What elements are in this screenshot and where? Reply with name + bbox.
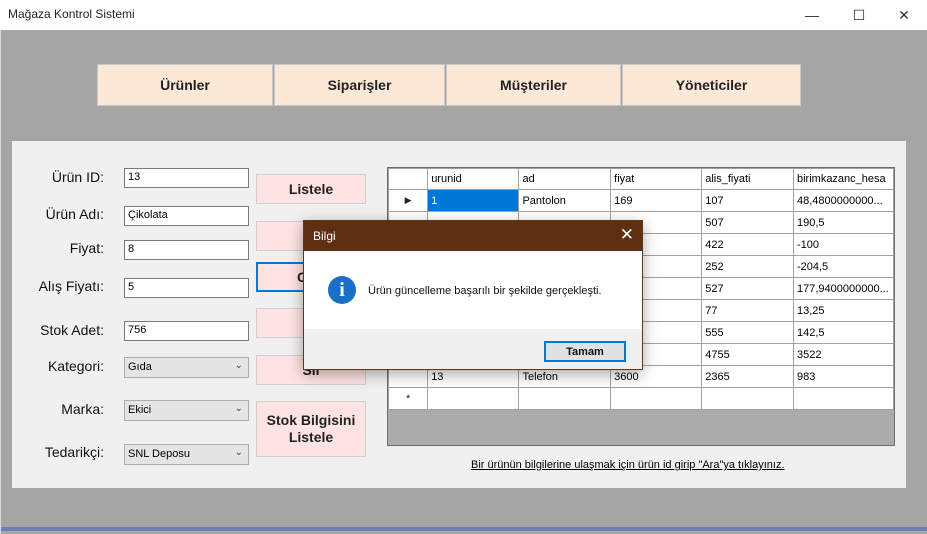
table-cell[interactable]: 177,9400000000... xyxy=(792,277,894,300)
table-cell[interactable]: 169 xyxy=(610,189,703,212)
urun-id-label: Ürün ID: xyxy=(51,169,104,185)
grid-corner-header[interactable] xyxy=(388,168,429,190)
table-cell[interactable]: -100 xyxy=(792,233,894,256)
kategori-value: Gıda xyxy=(128,361,152,373)
urun-adi-label: Ürün Adı: xyxy=(45,206,104,222)
dialog-title: Bilgi xyxy=(313,229,336,243)
dialog-body: i Ürün güncelleme başarılı bir şekilde g… xyxy=(304,251,642,329)
table-row[interactable]: ▶ 1 Pantolon 169 107 48,4800000000... xyxy=(388,189,894,212)
table-cell[interactable]: 2365 xyxy=(701,365,794,388)
table-cell[interactable]: 555 xyxy=(701,321,794,344)
grid-header-row: urunid ad fiyat alis_fiyati birimkazanc_… xyxy=(388,168,894,190)
alis-fiyati-label: Alış Fiyatı: xyxy=(38,278,104,294)
dialog-title-bar: Bilgi ✕ xyxy=(304,221,642,251)
dialog-footer: Tamam xyxy=(304,329,642,369)
table-cell[interactable]: 77 xyxy=(701,299,794,322)
dialog-close-icon[interactable]: ✕ xyxy=(620,225,634,245)
column-header[interactable]: alis_fiyati xyxy=(701,168,794,190)
chevron-down-icon: ⌄ xyxy=(234,360,243,371)
info-icon: i xyxy=(328,276,356,304)
table-cell[interactable]: 107 xyxy=(701,189,794,212)
nav-yoneticiler-button[interactable]: Yöneticiler xyxy=(622,64,801,106)
current-row-indicator-icon[interactable]: ▶ xyxy=(388,189,429,212)
kategori-select[interactable]: Gıda ⌄ xyxy=(124,357,249,378)
kategori-label: Kategori: xyxy=(47,358,104,374)
table-cell[interactable] xyxy=(792,387,894,410)
table-cell[interactable] xyxy=(701,387,794,410)
chevron-down-icon: ⌄ xyxy=(234,403,243,414)
fiyat-label: Fiyat: xyxy=(69,240,104,256)
stok-adet-input[interactable]: 756 xyxy=(124,321,249,341)
marka-label: Marka: xyxy=(61,401,104,417)
stok-bilgisini-listele-button[interactable]: Stok Bilgisini Listele xyxy=(256,401,366,457)
stok-adet-label: Stok Adet: xyxy=(40,322,104,338)
tedarikci-label: Tedarikçi: xyxy=(44,444,104,460)
table-cell[interactable]: 527 xyxy=(701,277,794,300)
table-cell[interactable] xyxy=(518,387,612,410)
nav-siparisler-button[interactable]: Siparişler xyxy=(274,64,445,106)
table-cell[interactable]: 48,4800000000... xyxy=(792,189,894,212)
table-cell[interactable]: 422 xyxy=(701,233,794,256)
table-cell[interactable]: 190,5 xyxy=(792,211,894,234)
table-cell[interactable]: 983 xyxy=(792,365,894,388)
column-header[interactable]: birimkazanc_hesa xyxy=(792,168,894,190)
nav-urunler-button[interactable]: Ürünler xyxy=(97,64,273,106)
title-bar: Mağaza Kontrol Sistemi — ☐ ✕ xyxy=(0,0,927,30)
table-cell[interactable] xyxy=(427,387,520,410)
search-hint-text: Bir ürünün bilgilerine ulaşmak için ürün… xyxy=(471,459,785,471)
table-cell[interactable]: Pantolon xyxy=(518,189,612,212)
marka-value: Ekici xyxy=(128,404,152,416)
maximize-button[interactable]: ☐ xyxy=(836,0,882,30)
table-cell[interactable]: -204,5 xyxy=(792,255,894,278)
minimize-button[interactable]: — xyxy=(789,0,835,30)
table-cell[interactable]: 1 xyxy=(427,189,520,212)
table-cell[interactable]: 13,25 xyxy=(792,299,894,322)
table-cell[interactable]: 252 xyxy=(701,255,794,278)
fiyat-input[interactable]: 8 xyxy=(124,240,249,260)
table-cell[interactable]: 142,5 xyxy=(792,321,894,344)
info-dialog: Bilgi ✕ i Ürün güncelleme başarılı bir ş… xyxy=(303,220,643,370)
tedarikci-value: SNL Deposu xyxy=(128,448,190,460)
column-header[interactable]: urunid xyxy=(427,168,520,190)
alis-fiyati-input[interactable]: 5 xyxy=(124,278,249,298)
ok-button[interactable]: Tamam xyxy=(544,341,626,362)
new-row-marker-icon[interactable]: * xyxy=(388,387,429,410)
urun-id-input[interactable]: 13 xyxy=(124,168,249,188)
nav-musteriler-button[interactable]: Müşteriler xyxy=(446,64,621,106)
column-header[interactable]: ad xyxy=(518,168,612,190)
dialog-message: Ürün güncelleme başarılı bir şekilde ger… xyxy=(368,285,602,297)
bottom-bar xyxy=(1,527,927,531)
table-cell[interactable]: 4755 xyxy=(701,343,794,366)
window-title: Mağaza Kontrol Sistemi xyxy=(8,7,135,21)
table-cell[interactable]: 507 xyxy=(701,211,794,234)
urun-adi-input[interactable]: Çikolata xyxy=(124,206,249,226)
close-window-button[interactable]: ✕ xyxy=(881,0,927,30)
chevron-down-icon: ⌄ xyxy=(234,447,243,458)
table-cell[interactable] xyxy=(610,387,703,410)
new-row[interactable]: * xyxy=(388,387,894,410)
listele-button[interactable]: Listele xyxy=(256,174,366,204)
column-header[interactable]: fiyat xyxy=(610,168,703,190)
marka-select[interactable]: Ekici ⌄ xyxy=(124,400,249,421)
table-cell[interactable]: 3522 xyxy=(792,343,894,366)
tedarikci-select[interactable]: SNL Deposu ⌄ xyxy=(124,444,249,465)
